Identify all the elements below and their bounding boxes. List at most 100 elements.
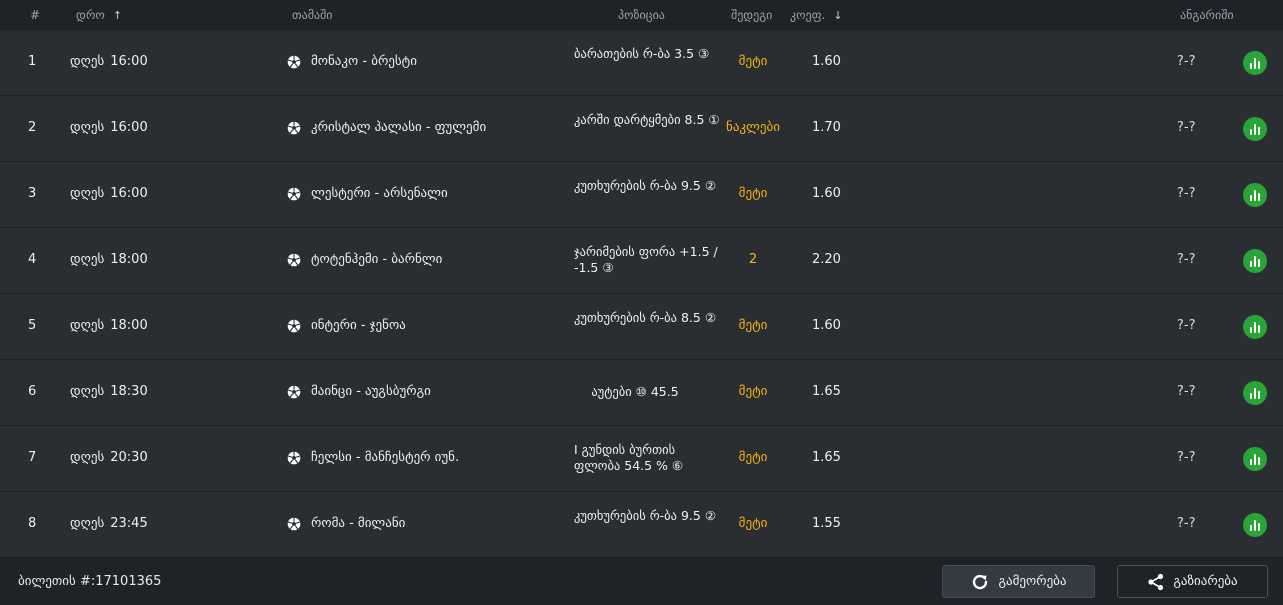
row-match-label: რომა - მილანი <box>311 516 406 531</box>
row-number: 5 <box>28 318 37 333</box>
row-odds: 1.60 <box>812 318 841 333</box>
row-outcome: მეტი <box>738 384 768 399</box>
table-row[interactable]: 4 დღეს 18:00 ტოტენჰემი - ბარნლი ჯარიმების ფო… <box>0 228 1283 294</box>
header-outcome: შედეგი <box>731 8 772 22</box>
soccer-ball-icon <box>287 385 301 399</box>
header-time[interactable]: დრო ↑ <box>76 8 122 22</box>
soccer-ball-icon <box>287 451 301 465</box>
row-position: კუთხურების რ-ბა 8.5 ② <box>574 310 717 325</box>
row-hour: 18:00 <box>110 252 148 267</box>
row-position: I გუნდის ბურთის ფლობა 54.5 % ⑥ <box>574 442 684 473</box>
row-outcome: მეტი <box>738 318 768 333</box>
row-outcome: მეტი <box>738 516 768 531</box>
header-position: პოზიცია <box>618 8 665 22</box>
row-match[interactable]: ტოტენჰემი - ბარნლი <box>287 252 442 267</box>
row-match-label: ინტერი - ჯენოა <box>311 318 406 333</box>
row-match-label: კრისტალ პალასი - ფულემი <box>311 120 487 135</box>
row-score: ?-? <box>1177 384 1196 399</box>
row-time: დღეს 20:30 <box>70 450 148 465</box>
share-button[interactable]: გაზიარება <box>1117 565 1268 598</box>
share-icon <box>1148 573 1164 590</box>
live-stats-icon[interactable] <box>1243 117 1267 141</box>
header-result-label: ანგარიში <box>1180 8 1234 22</box>
row-hour: 23:45 <box>110 516 148 531</box>
row-number: 7 <box>28 450 37 465</box>
row-match[interactable]: კრისტალ პალასი - ფულემი <box>287 120 486 135</box>
live-stats-icon[interactable] <box>1243 183 1267 207</box>
soccer-ball-icon <box>287 121 301 135</box>
header-odds[interactable]: კოეფ. ↓ <box>790 8 843 22</box>
soccer-ball-icon <box>287 517 301 531</box>
row-outcome: ნაკლები <box>726 120 780 135</box>
bet-table: 1 დღეს 16:00 მონაკო - ბრესტი ბარათების რ-ბა … <box>0 30 1283 558</box>
soccer-ball-icon <box>287 187 301 201</box>
row-day: დღეს <box>70 450 105 465</box>
row-score: ?-? <box>1177 516 1196 531</box>
row-number: 6 <box>28 384 37 399</box>
soccer-ball-icon <box>287 55 301 69</box>
row-match-label: ლესტერი - არსენალი <box>311 186 448 201</box>
row-match[interactable]: ჩელსი - მანჩესტერ იუნ. <box>287 450 459 465</box>
row-match-label: ტოტენჰემი - ბარნლი <box>311 252 443 267</box>
live-stats-icon[interactable] <box>1243 315 1267 339</box>
row-hour: 18:30 <box>110 384 148 399</box>
table-row[interactable]: 7 დღეს 20:30 ჩელსი - მანჩესტერ იუნ. I გუნდის… <box>0 426 1283 492</box>
ticket-number: ბილეთის #:17101365 <box>18 574 162 589</box>
header-odds-label: კოეფ. <box>790 8 826 22</box>
row-position: ჯარიმების ფორა +1.5 / -1.5 ③ <box>574 244 718 275</box>
live-stats-icon[interactable] <box>1243 447 1267 471</box>
row-time: დღეს 16:00 <box>70 186 148 201</box>
row-day: დღეს <box>70 384 105 399</box>
sort-down-icon[interactable]: ↓ <box>833 9 842 22</box>
row-position: კარში დარტყმები 8.5 ① <box>574 112 720 127</box>
row-number: 4 <box>28 252 37 267</box>
live-stats-icon[interactable] <box>1243 381 1267 405</box>
soccer-ball-icon <box>287 319 301 333</box>
header-game-label: თამაში <box>292 8 333 22</box>
row-day: დღეს <box>70 516 105 531</box>
row-day: დღეს <box>70 252 105 267</box>
sort-up-icon[interactable]: ↑ <box>113 9 122 22</box>
row-match[interactable]: რომა - მილანი <box>287 516 405 531</box>
row-position: ბარათების რ-ბა 3.5 ③ <box>574 46 710 61</box>
table-row[interactable]: 6 დღეს 18:30 მაინცი - აუგსბურგი აუტები ⑩ 45.… <box>0 360 1283 426</box>
row-hour: 16:00 <box>110 120 148 135</box>
row-hour: 16:00 <box>110 186 148 201</box>
row-day: დღეს <box>70 318 105 333</box>
row-score: ?-? <box>1177 450 1196 465</box>
row-day: დღეს <box>70 54 105 69</box>
row-time: დღეს 18:00 <box>70 318 148 333</box>
table-row[interactable]: 1 დღეს 16:00 მონაკო - ბრესტი ბარათების რ-ბა … <box>0 30 1283 96</box>
row-match[interactable]: ლესტერი - არსენალი <box>287 186 448 201</box>
table-row[interactable]: 5 დღეს 18:00 ინტერი - ჯენოა კუთხურების რ-ბა … <box>0 294 1283 360</box>
row-match[interactable]: ინტერი - ჯენოა <box>287 318 406 333</box>
table-row[interactable]: 8 დღეს 23:45 რომა - მილანი კუთხურების რ-ბა 9… <box>0 492 1283 558</box>
table-header: # დრო ↑ თამაში პოზიცია შედეგი კოეფ. ↓ ანგა… <box>0 0 1283 30</box>
row-odds: 1.60 <box>812 186 841 201</box>
row-odds: 2.20 <box>812 252 841 267</box>
table-row[interactable]: 3 დღეს 16:00 ლესტერი - არსენალი კუთხურების რ… <box>0 162 1283 228</box>
live-stats-icon[interactable] <box>1243 51 1267 75</box>
row-position: კუთხურების რ-ბა 9.5 ② <box>574 508 717 523</box>
repeat-button[interactable]: გამეორება <box>942 565 1095 598</box>
row-score: ?-? <box>1177 186 1196 201</box>
live-stats-icon[interactable] <box>1243 249 1267 273</box>
soccer-ball-icon <box>287 253 301 267</box>
row-time: დღეს 18:30 <box>70 384 148 399</box>
row-outcome: 2 <box>748 252 758 267</box>
live-stats-icon[interactable] <box>1243 513 1267 537</box>
row-match[interactable]: მაინცი - აუგსბურგი <box>287 384 431 399</box>
row-number: 8 <box>28 516 37 531</box>
row-odds: 1.55 <box>812 516 841 531</box>
row-score: ?-? <box>1177 120 1196 135</box>
table-row[interactable]: 2 დღეს 16:00 კრისტალ პალასი - ფულემი კარში დ… <box>0 96 1283 162</box>
header-num-label: # <box>30 8 41 22</box>
share-button-label: გაზიარება <box>1173 574 1238 589</box>
row-score: ?-? <box>1177 252 1196 267</box>
row-match-label: მონაკო - ბრესტი <box>311 54 417 69</box>
row-match-label: ჩელსი - მანჩესტერ იუნ. <box>311 450 460 465</box>
row-number: 3 <box>28 186 37 201</box>
row-match[interactable]: მონაკო - ბრესტი <box>287 54 417 69</box>
repeat-button-label: გამეორება <box>998 574 1067 589</box>
header-num: # <box>30 8 40 22</box>
